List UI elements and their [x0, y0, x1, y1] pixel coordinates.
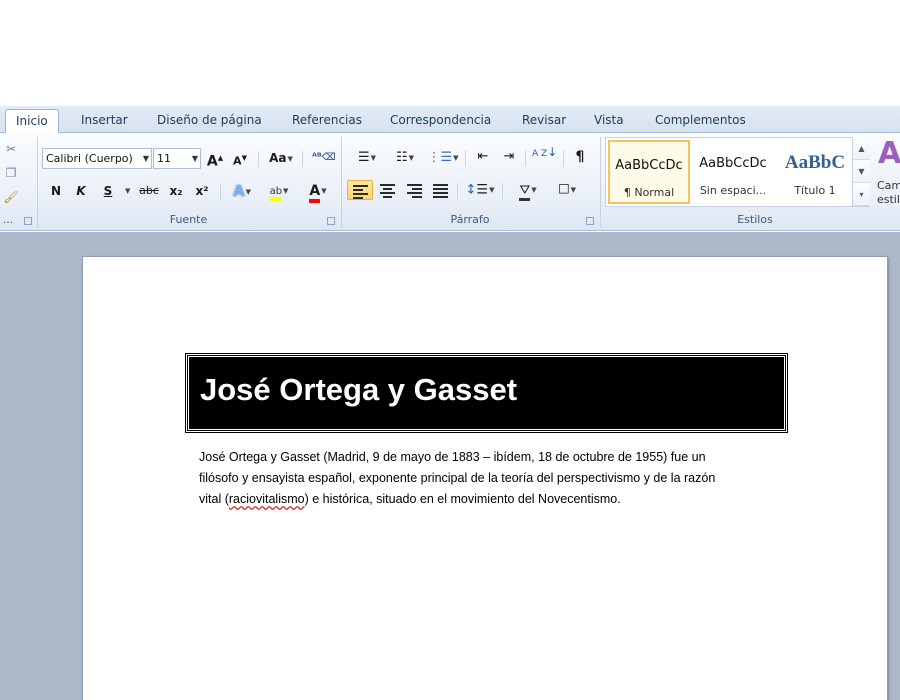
clipboard-launcher-icon[interactable]: [24, 217, 32, 225]
style-sample: AaBbC: [784, 152, 846, 173]
paragraph-line: filósofo y ensayista español, exponente …: [199, 471, 716, 485]
justify-button[interactable]: [429, 180, 451, 200]
more-styles-icon[interactable]: ▾: [853, 183, 870, 206]
copy-icon[interactable]: ❐: [2, 163, 20, 183]
multilevel-list-button[interactable]: ⋮☰▼: [426, 147, 460, 167]
style-sample: AaBbCcDc: [615, 158, 683, 173]
title-text-box[interactable]: José Ortega y Gasset: [185, 353, 788, 433]
tab-complementos[interactable]: Complementos: [655, 109, 746, 133]
chevron-up-icon[interactable]: ▲: [853, 137, 870, 160]
align-center-icon: [379, 182, 395, 200]
increase-indent-icon[interactable]: ⇥: [498, 147, 520, 167]
shrink-font-button[interactable]: A▼: [231, 148, 249, 168]
align-center-button[interactable]: [376, 180, 398, 200]
divider: [502, 183, 503, 199]
numbering-button[interactable]: ☷▼: [388, 147, 422, 167]
change-case-button[interactable]: Aa▼: [266, 148, 296, 168]
font-size-value: 11: [157, 152, 171, 165]
chevron-down-icon[interactable]: ▼: [143, 149, 149, 168]
align-right-icon: [406, 182, 422, 200]
font-launcher-icon[interactable]: [327, 217, 335, 225]
divider: [457, 183, 458, 199]
font-color-button[interactable]: A▼: [302, 181, 334, 203]
styles-group-label: Estilos: [737, 213, 773, 226]
justify-icon: [432, 182, 448, 200]
ribbon-tab-bar: Inicio Insertar Diseño de página Referen…: [0, 106, 900, 134]
sort-button[interactable]: A Z↓: [532, 146, 557, 167]
tab-insertar[interactable]: Insertar: [81, 109, 128, 133]
clipboard-group-label: ...: [2, 213, 14, 226]
tab-diseno-de-pagina[interactable]: Diseño de página: [157, 109, 262, 133]
bold-button[interactable]: N: [48, 181, 64, 201]
grow-font-button[interactable]: A▲: [206, 148, 224, 170]
divider: [563, 150, 564, 166]
align-left-button[interactable]: [347, 180, 373, 200]
shading-button[interactable]: ⛛▼: [510, 180, 546, 201]
change-styles-icon[interactable]: A: [878, 137, 900, 171]
document-page[interactable]: José Ortega y Gasset José Ortega y Gasse…: [82, 256, 888, 700]
align-right-button[interactable]: [403, 180, 425, 200]
paragraph-launcher-icon[interactable]: [586, 217, 594, 225]
tab-revisar[interactable]: Revisar: [522, 109, 566, 133]
ribbon: ✂ ❐ 🖌 ... Calibri (Cuerpo) ▼ 11 ▼ A▲ A▼ …: [0, 133, 900, 231]
style-name: ¶ Normal: [623, 186, 675, 199]
divider: [220, 184, 221, 200]
font-group-label: Fuente: [169, 213, 208, 226]
style-normal[interactable]: AaBbCcDc ¶ Normal: [608, 140, 690, 204]
subscript-button[interactable]: x₂: [166, 181, 186, 201]
document-title[interactable]: José Ortega y Gasset: [200, 372, 517, 408]
group-divider: [600, 137, 601, 227]
change-styles-label: estil: [877, 193, 900, 206]
tab-referencias[interactable]: Referencias: [292, 109, 362, 133]
style-sin-espaciado[interactable]: AaBbCcDc Sin espaci...: [692, 140, 774, 204]
cut-icon[interactable]: ✂: [2, 139, 20, 159]
align-left-icon: [352, 183, 368, 201]
font-size-combo[interactable]: 11 ▼: [153, 148, 201, 169]
chevron-down-icon[interactable]: ▼: [192, 149, 198, 168]
strikethrough-button[interactable]: abc: [137, 181, 161, 201]
chevron-down-icon[interactable]: ▼: [853, 160, 870, 183]
document-paragraph[interactable]: José Ortega y Gasset (Madrid, 9 de mayo …: [199, 447, 779, 510]
style-name: Título 1: [794, 184, 836, 197]
paragraph-line: vital (raciovitalismo) e histórica, situ…: [199, 492, 621, 506]
show-formatting-button[interactable]: ¶: [570, 147, 590, 167]
format-painter-icon[interactable]: 🖌: [2, 187, 20, 207]
borders-button[interactable]: ☐▼: [550, 180, 584, 200]
divider: [465, 150, 466, 166]
styles-gallery-scroll: ▲ ▼ ▾: [852, 137, 870, 207]
superscript-button[interactable]: x²: [192, 181, 212, 201]
underline-button[interactable]: S: [100, 181, 116, 201]
change-styles-button[interactable]: Cam estil: [877, 179, 900, 207]
paragraph-group-label: Párrafo: [450, 213, 490, 226]
clear-formatting-icon[interactable]: ᴬᴮ⌫: [312, 148, 336, 168]
divider: [258, 151, 259, 167]
divider: [302, 151, 303, 167]
bullets-button[interactable]: ☰▼: [350, 147, 384, 167]
misspelled-word[interactable]: raciovitalismo: [229, 492, 305, 506]
font-name-value: Calibri (Cuerpo): [46, 152, 133, 165]
chevron-down-icon[interactable]: ▼: [125, 187, 130, 195]
font-name-combo[interactable]: Calibri (Cuerpo) ▼: [42, 148, 152, 169]
document-area: José Ortega y Gasset José Ortega y Gasse…: [0, 232, 900, 700]
style-name: Sin espaci...: [699, 184, 767, 197]
text-effects-button[interactable]: A▼: [228, 181, 256, 201]
italic-button[interactable]: K: [73, 181, 89, 201]
change-styles-label: Cam: [877, 179, 900, 192]
tab-vista[interactable]: Vista: [594, 109, 624, 133]
tab-inicio[interactable]: Inicio: [5, 109, 59, 134]
style-sample: AaBbCcDc: [699, 156, 767, 171]
style-titulo-1[interactable]: AaBbC Título 1: [774, 140, 856, 204]
styles-gallery: AaBbCcDc ¶ Normal AaBbCcDc Sin espaci...…: [605, 137, 870, 207]
divider: [525, 150, 526, 166]
highlight-button[interactable]: ab▼: [262, 181, 296, 201]
tab-correspondencia[interactable]: Correspondencia: [390, 109, 491, 133]
line-spacing-button[interactable]: ↕☰▼: [464, 180, 496, 200]
paragraph-line: José Ortega y Gasset (Madrid, 9 de mayo …: [199, 450, 706, 464]
decrease-indent-icon[interactable]: ⇤: [472, 147, 494, 167]
